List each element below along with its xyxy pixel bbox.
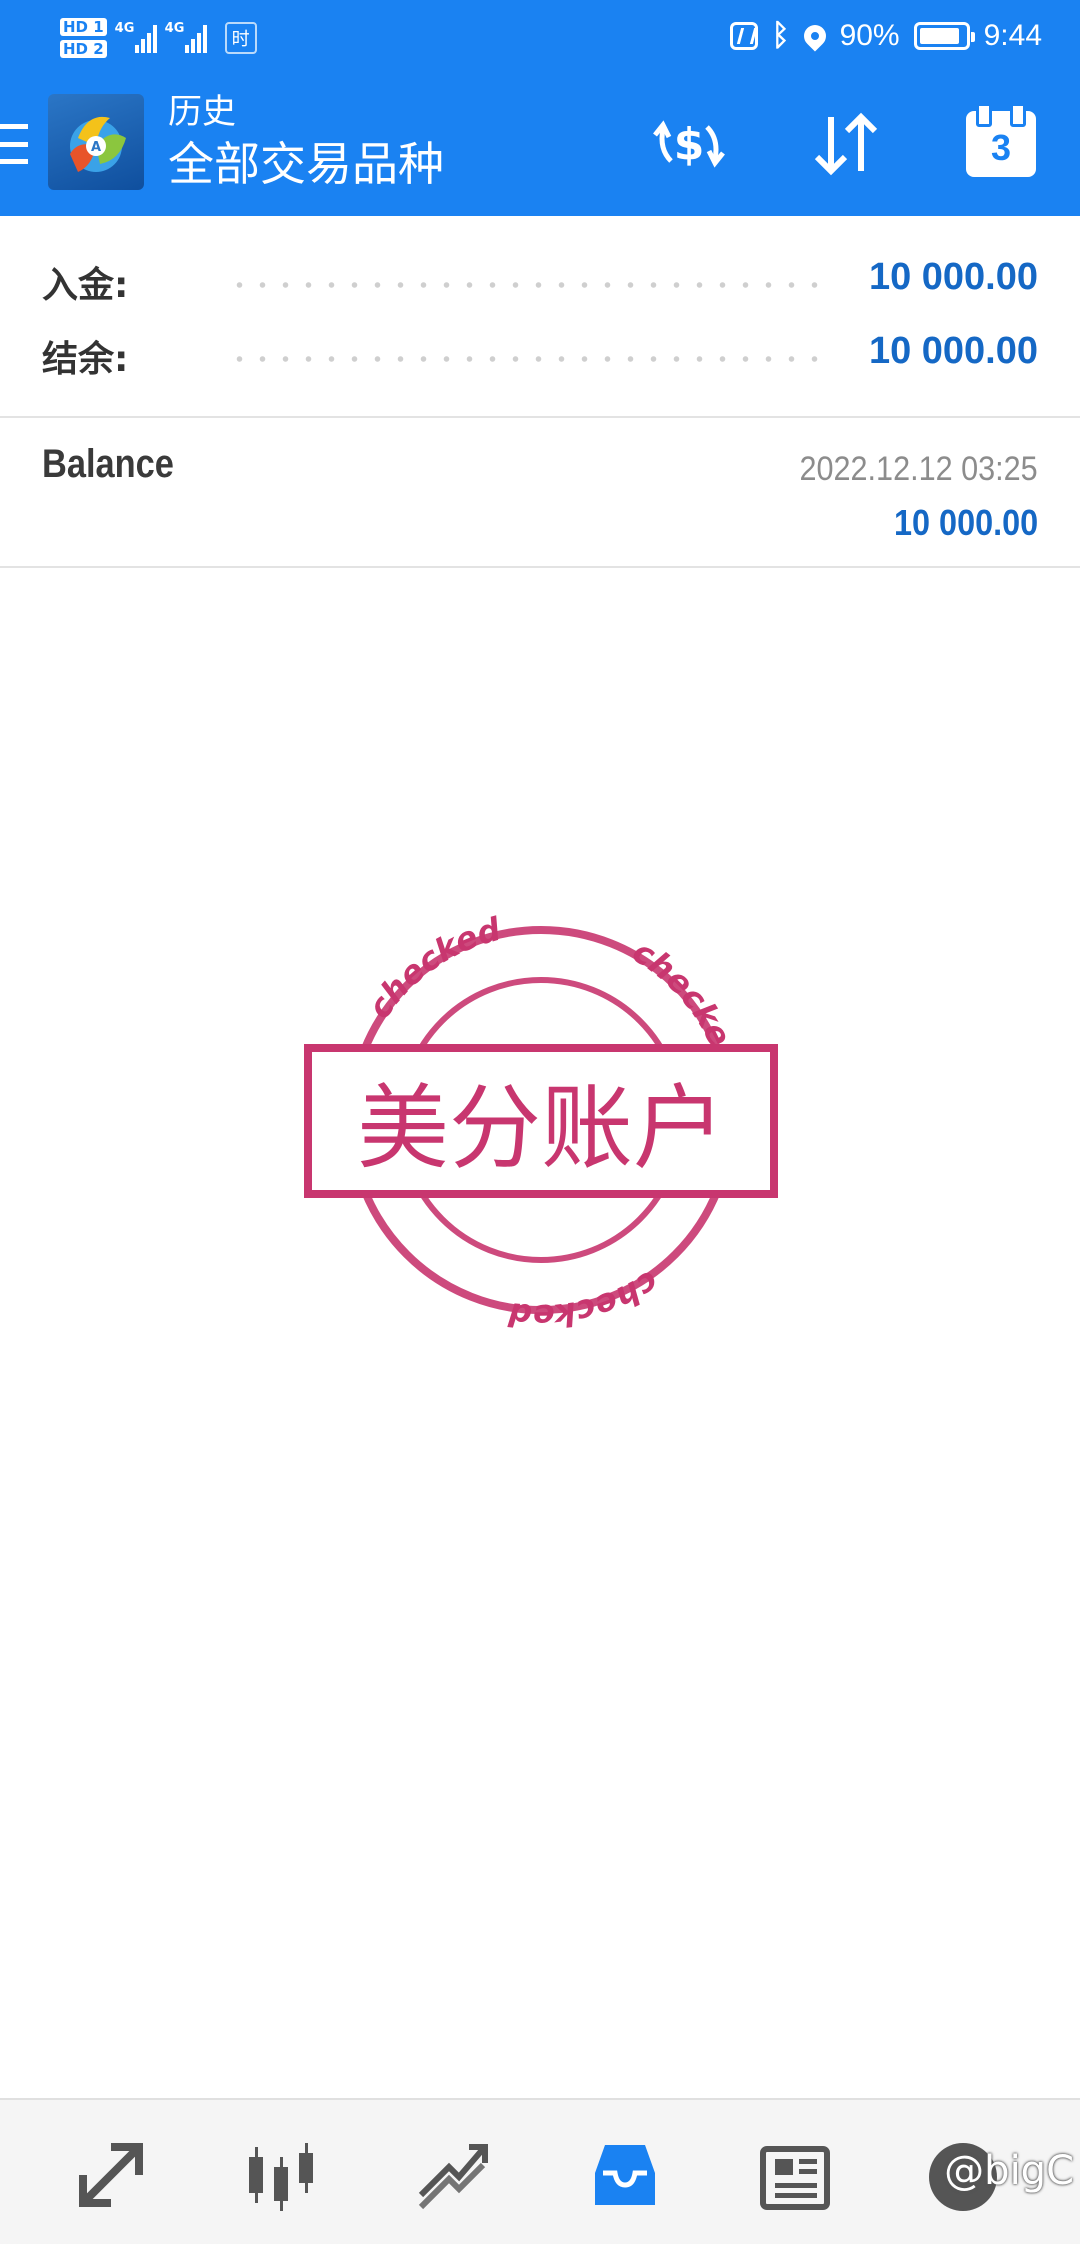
sim1-badge: HD 1 — [60, 18, 107, 36]
summary-label: 入金: — [42, 265, 129, 306]
battery-percent: 90% — [839, 19, 900, 52]
stamp-ring-text-bottom: checked — [506, 1263, 666, 1335]
calendar-button[interactable]: 3 — [956, 102, 1046, 186]
deal-row[interactable]: Balance 2022.12.12 03:25 10 000.00 — [0, 418, 1080, 568]
symbol-filter: 全部交易品种 — [168, 137, 444, 191]
system-indicators: ᛒ 90% 9:44 — [729, 10, 1042, 62]
deal-type: Balance — [42, 442, 174, 486]
signal-indicators: HD 1 HD 2 4G 4G 时 — [60, 8, 257, 68]
trend-up-icon — [418, 2144, 488, 2210]
signal-icon: 4G — [115, 21, 157, 53]
nfc-icon — [729, 22, 758, 50]
deal-amount: 10 000.00 — [893, 502, 1038, 543]
deal-time: 2022.12.12 03:25 — [799, 450, 1038, 488]
svg-text:A: A — [91, 140, 101, 155]
summary-label: 结余: — [42, 339, 129, 380]
summary-row-deposit: 入金: 10 000.00 — [42, 248, 1038, 308]
inbox-tray-icon — [595, 2145, 655, 2205]
video-watermark: @bigC — [944, 2148, 1074, 2194]
summary-row-balance: 结余: 10 000.00 — [42, 322, 1038, 382]
clock: 9:44 — [983, 19, 1042, 52]
history-summary: 入金: 10 000.00 结余: 10 000.00 — [0, 216, 1080, 418]
stamp-ring-text-top: checked — [360, 910, 506, 1026]
nav-quotes[interactable] — [66, 2130, 156, 2220]
sort-button[interactable] — [800, 102, 890, 186]
newspaper-icon — [760, 2146, 830, 2210]
bluetooth-icon: ᛒ — [771, 18, 790, 53]
extra-indicator: 时 — [224, 22, 257, 54]
title-block[interactable]: 历史 全部交易品种 — [168, 90, 444, 194]
dollar-cycle-icon: $ — [653, 119, 725, 170]
location-icon — [799, 20, 831, 52]
metatrader-logo: A — [48, 94, 144, 190]
signal-icon-2: 4G — [165, 21, 207, 53]
section-title: 历史 — [168, 92, 236, 132]
cent-account-stamp: checked checked checked 美分账户 — [296, 900, 786, 1340]
status-bar: HD 1 HD 2 4G 4G 时 ᛒ 90% 9:44 — [0, 0, 1080, 72]
calendar-icon: 3 — [966, 103, 1036, 177]
sim2-badge: HD 2 — [60, 40, 107, 58]
bottom-navigation: @bigC — [0, 2098, 1080, 2244]
sort-icon — [814, 112, 878, 176]
nav-history[interactable] — [580, 2130, 670, 2220]
summary-value: 10 000.00 — [868, 256, 1038, 298]
quotes-arrows-icon — [79, 2143, 143, 2207]
menu-icon[interactable] — [0, 124, 30, 164]
dollar-cycle-button[interactable]: $ — [644, 102, 734, 186]
summary-value: 10 000.00 — [868, 330, 1038, 372]
stamp-text: 美分账户 — [357, 1075, 725, 1182]
svg-text:$: $ — [674, 119, 705, 170]
battery-icon — [913, 22, 975, 50]
nav-trade[interactable] — [408, 2130, 498, 2220]
nav-charts[interactable] — [236, 2130, 326, 2220]
candlestick-icon — [249, 2143, 313, 2211]
app-header: HD 1 HD 2 4G 4G 时 ᛒ 90% 9:44 A 历史 全部交易品种… — [0, 0, 1080, 216]
toolbar: A 历史 全部交易品种 $ 3 — [0, 72, 1080, 216]
nav-news[interactable] — [752, 2130, 842, 2220]
